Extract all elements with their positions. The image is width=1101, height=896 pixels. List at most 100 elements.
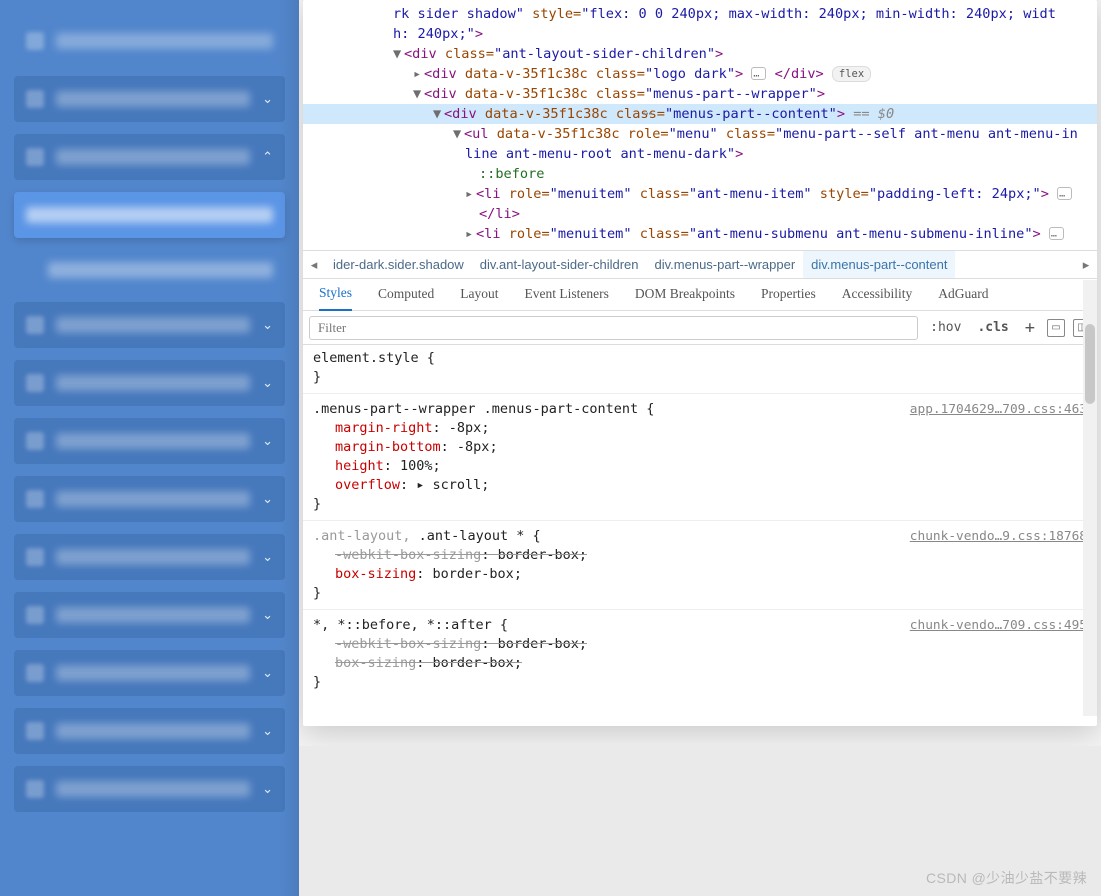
dom-node[interactable]: h: 240px;"> bbox=[303, 24, 1097, 44]
rule-close: } bbox=[313, 673, 1087, 692]
sidebar-item-label bbox=[56, 781, 250, 797]
generic-icon bbox=[26, 490, 44, 508]
computed-toggle-icon[interactable]: ▭ bbox=[1047, 319, 1065, 337]
scrollbar[interactable] bbox=[1083, 280, 1097, 716]
sidebar-item[interactable]: ⌄ bbox=[14, 476, 285, 522]
source-link[interactable]: chunk-vendo…9.css:18768 bbox=[910, 527, 1087, 546]
sidebar-item-label bbox=[56, 317, 250, 333]
ellipsis-icon[interactable] bbox=[751, 67, 766, 80]
generic-icon bbox=[26, 548, 44, 566]
sidebar-item[interactable]: ⌄ bbox=[14, 766, 285, 812]
sidebar-item[interactable]: ⌄ bbox=[14, 302, 285, 348]
rule-close: } bbox=[313, 584, 1087, 603]
generic-icon bbox=[26, 722, 44, 740]
rule-close: } bbox=[313, 495, 1087, 514]
tab-adguard[interactable]: AdGuard bbox=[938, 278, 988, 310]
source-link[interactable]: chunk-vendo…709.css:495 bbox=[910, 616, 1087, 635]
css-rule[interactable]: app.1704629…709.css:463 .menus-part--wra… bbox=[313, 400, 1087, 514]
caret-closed-icon: ▸ bbox=[413, 64, 424, 84]
chevron-down-icon: ⌄ bbox=[262, 723, 273, 739]
generic-icon bbox=[26, 432, 44, 450]
sidebar-item-label bbox=[56, 723, 250, 739]
tab-accessibility[interactable]: Accessibility bbox=[842, 278, 913, 310]
tab-layout[interactable]: Layout bbox=[460, 278, 498, 310]
sidebar-item-label bbox=[56, 375, 250, 391]
sidebar-item-label bbox=[56, 33, 273, 49]
elements-panel[interactable]: rk sider shadow" style="flex: 0 0 240px;… bbox=[303, 0, 1097, 250]
flex-badge[interactable]: flex bbox=[832, 66, 871, 82]
chevron-down-icon: ⌄ bbox=[262, 781, 273, 797]
ellipsis-icon[interactable] bbox=[1049, 227, 1064, 240]
chevron-down-icon: ⌄ bbox=[262, 607, 273, 623]
styles-tabs: Styles Computed Layout Event Listeners D… bbox=[303, 279, 1097, 311]
dom-node[interactable]: line ant-menu-root ant-menu-dark"> bbox=[303, 144, 1097, 164]
css-rule[interactable]: chunk-vendo…9.css:18768 .ant-layout, .an… bbox=[313, 527, 1087, 603]
selector[interactable]: element.style { bbox=[313, 349, 1087, 368]
tab-styles[interactable]: Styles bbox=[319, 277, 352, 311]
styles-toolbar: :hov .cls + ▭ ◫ bbox=[303, 311, 1097, 345]
dom-node[interactable]: ▼<div data-v-35f1c38c class="menus-part-… bbox=[303, 84, 1097, 104]
filter-input[interactable] bbox=[309, 316, 918, 340]
generic-icon bbox=[26, 316, 44, 334]
crumb[interactable]: div.ant-layout-sider-children bbox=[472, 251, 647, 278]
chevron-down-icon: ⌄ bbox=[262, 665, 273, 681]
new-rule-button[interactable]: + bbox=[1021, 316, 1039, 340]
dom-node-selected[interactable]: ▼<div data-v-35f1c38c class="menus-part-… bbox=[303, 104, 1097, 124]
sidebar-subitem[interactable] bbox=[36, 250, 285, 290]
dom-node[interactable]: ▸<li role="menuitem" class="ant-menu-ite… bbox=[303, 184, 1097, 204]
devtools: rk sider shadow" style="flex: 0 0 240px;… bbox=[299, 0, 1101, 896]
crumb[interactable]: div.menus-part--wrapper bbox=[647, 251, 804, 278]
generic-icon bbox=[26, 374, 44, 392]
crumb-scroll-right[interactable]: ▸ bbox=[1075, 255, 1097, 275]
tab-event-listeners[interactable]: Event Listeners bbox=[525, 278, 609, 310]
sidebar-item-label bbox=[56, 607, 250, 623]
styles-panel[interactable]: element.style { } app.1704629…709.css:46… bbox=[303, 345, 1097, 708]
crumb[interactable]: ider-dark.sider.shadow bbox=[325, 251, 472, 278]
dom-node[interactable]: ▸<div data-v-35f1c38c class="logo dark">… bbox=[303, 64, 1097, 84]
caret-closed-icon: ▸ bbox=[465, 224, 476, 244]
generic-icon bbox=[26, 606, 44, 624]
chevron-down-icon: ⌄ bbox=[262, 375, 273, 391]
sidebar-item[interactable]: ⌃ bbox=[14, 134, 285, 180]
chevron-down-icon: ⌄ bbox=[262, 433, 273, 449]
chevron-down-icon: ⌄ bbox=[262, 91, 273, 107]
sidebar-item[interactable]: ⌄ bbox=[14, 534, 285, 580]
css-rule[interactable]: element.style { } bbox=[313, 349, 1087, 387]
sidebar-item-selected[interactable] bbox=[14, 192, 285, 238]
cls-button[interactable]: .cls bbox=[973, 316, 1012, 340]
sidebar-item-label bbox=[56, 665, 250, 681]
dom-node[interactable]: </li> bbox=[303, 204, 1097, 224]
watermark: CSDN @少油少盐不要辣 bbox=[926, 868, 1087, 888]
tab-dom-breakpoints[interactable]: DOM Breakpoints bbox=[635, 278, 735, 310]
caret-open-icon: ▼ bbox=[433, 104, 444, 124]
sidebar-item-label bbox=[56, 433, 250, 449]
sidebar-item-label bbox=[26, 207, 273, 223]
rule-close: } bbox=[313, 368, 1087, 387]
sidebar-item[interactable] bbox=[14, 18, 285, 64]
crumb-scroll-left[interactable]: ◂ bbox=[303, 255, 325, 275]
chevron-down-icon: ⌄ bbox=[262, 549, 273, 565]
sidebar-item[interactable]: ⌄ bbox=[14, 708, 285, 754]
sidebar-item[interactable]: ⌄ bbox=[14, 76, 285, 122]
css-rule[interactable]: chunk-vendo…709.css:495 *, *::before, *:… bbox=[313, 616, 1087, 692]
sidebar-item[interactable]: ⌄ bbox=[14, 418, 285, 464]
sidebar: ⌄ ⌃ ⌄ ⌄ ⌄ ⌄ ⌄ ⌄ ⌄ ⌄ ⌄ bbox=[0, 0, 299, 896]
dom-node[interactable]: rk sider shadow" style="flex: 0 0 240px;… bbox=[303, 4, 1097, 24]
sidebar-item[interactable]: ⌄ bbox=[14, 650, 285, 696]
sidebar-item[interactable]: ⌄ bbox=[14, 360, 285, 406]
caret-open-icon: ▼ bbox=[413, 84, 424, 104]
sidebar-item[interactable]: ⌄ bbox=[14, 592, 285, 638]
sidebar-item-label bbox=[56, 149, 250, 165]
dom-pseudo[interactable]: ::before bbox=[303, 164, 1097, 184]
dom-node[interactable]: ▸<li role="menuitem" class="ant-menu-sub… bbox=[303, 224, 1097, 244]
tab-computed[interactable]: Computed bbox=[378, 278, 434, 310]
chevron-up-icon: ⌃ bbox=[262, 149, 273, 165]
crumb-active[interactable]: div.menus-part--content bbox=[803, 251, 955, 278]
scrollbar-thumb[interactable] bbox=[1085, 324, 1095, 404]
tab-properties[interactable]: Properties bbox=[761, 278, 816, 310]
dom-node[interactable]: ▼<div class="ant-layout-sider-children"> bbox=[303, 44, 1097, 64]
source-link[interactable]: app.1704629…709.css:463 bbox=[910, 400, 1087, 419]
hov-button[interactable]: :hov bbox=[926, 316, 965, 340]
ellipsis-icon[interactable] bbox=[1057, 187, 1072, 200]
dom-node[interactable]: ▼<ul data-v-35f1c38c role="menu" class="… bbox=[303, 124, 1097, 144]
